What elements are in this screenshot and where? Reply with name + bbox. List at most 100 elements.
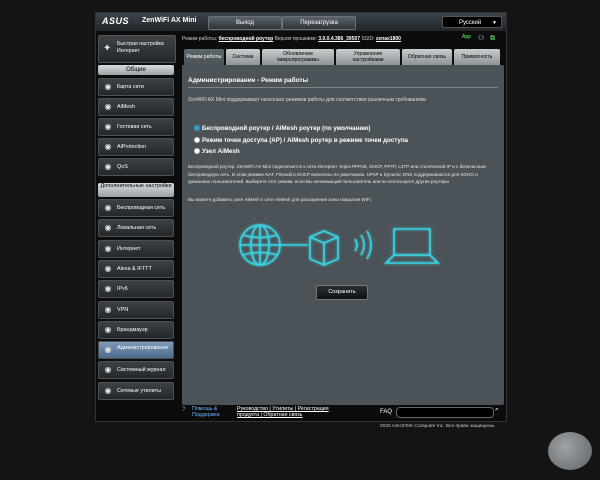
sidebar-item-label: Локальная сеть [117,225,157,232]
radio-button[interactable] [194,137,200,144]
sidebar-item-label: AiProtection [117,144,147,150]
sidebar-item-guest-network[interactable]: ◉ Гостевая сеть [98,118,174,136]
radio-button[interactable] [194,125,200,132]
user-icon[interactable]: ⚇ [478,35,485,42]
globe-icon [239,224,281,266]
ipv6-icon: ◉ [104,284,112,294]
tab-0[interactable]: Режим работы [184,49,224,65]
footer-links-text[interactable]: Руководство | Утилиты | Регистрация прод… [237,406,329,418]
firmware-label: Версия прошивки: [274,36,317,42]
sidebar-item-label: Карта сети [117,84,144,90]
system-log-icon: ◉ [104,365,112,375]
footer-links[interactable]: Руководство | Утилиты | Регистрация прод… [237,406,347,418]
mode-label: Режим работы: [182,36,218,42]
reboot-button[interactable]: Перезагрузка [282,16,356,30]
language-select[interactable]: Русский ▼ [442,16,502,28]
sidebar-item-alexa[interactable]: ◉ Alexa & IFTTT [98,259,174,278]
sidebar-item-label: Гостевая сеть [117,124,152,130]
mode-option-label: Режим точки доступа (AP) / AiMesh роутер… [202,137,409,144]
help-icon: ? [182,407,186,413]
firewall-icon: ◉ [104,324,112,334]
sidebar-item-administration[interactable]: ◉ Администрирование [98,341,174,360]
sidebar-item-label: VPN [117,306,129,313]
network-tools-icon: ◉ [104,385,112,395]
firmware-link[interactable]: 3.0.0.4.386_39507 [318,36,360,42]
sidebar-item-wireless[interactable]: ◉ Беспроводная сеть [98,199,174,217]
aimesh-note: Вы можете добавить узел AiMesh к сети Ai… [188,197,372,202]
administration-icon: ◉ [104,345,112,355]
aimesh-icon: ◉ [104,102,112,111]
usb-status-icon[interactable]: ⧉ [490,35,497,42]
qos-icon: ◉ [104,162,112,171]
sidebar-item-network-map[interactable]: ◉ Карта сети [98,78,174,96]
quick-setup-button[interactable]: ✦ Быстрая настройка Интернет [98,35,176,63]
mode-link[interactable]: беспроводной роутер [219,36,274,42]
watermark-logo [548,432,592,470]
general-section-header: Общие [98,65,174,75]
sidebar-item-label: IPv6 [117,286,128,293]
model-name: ZenWiFi AX Mini [142,17,197,24]
logout-button[interactable]: Выход [208,16,282,30]
chevron-down-icon: ▼ [492,20,497,26]
save-button[interactable]: Сохранить [316,285,368,300]
page-description: ZenWiFi AX Mini поддерживает несколько р… [188,97,426,103]
vpn-icon: ◉ [104,304,112,314]
tab-3[interactable]: Управление настройками [336,49,400,65]
sidebar-item-label: Брандмауэр [117,326,148,333]
copyright: 2020 ASUSTeK Computer Inc. Все права защ… [380,424,496,429]
sidebar-item-vpn[interactable]: ◉ VPN [98,300,174,319]
laptop-icon [384,228,440,264]
app-label[interactable]: App [462,34,471,40]
radio-button[interactable] [194,148,200,155]
help-support-link[interactable]: Помощь & Поддержка [192,406,232,418]
mode-option-label: Беспроводной роутер / AiMesh роутер (по … [202,125,371,132]
sidebar-item-qos[interactable]: ◉ QoS [98,158,174,176]
sidebar-item-label: Администрирование [117,345,169,352]
sidebar-item-ipv6[interactable]: ◉ IPv6 [98,280,174,299]
router-admin-window: ASUS ZenWiFi AX Mini Выход Перезагрузка … [95,12,507,422]
ssid-link[interactable]: zenax1800 [376,36,401,42]
language-value: Русский [459,20,482,26]
guest-network-icon: ◉ [104,122,112,131]
sidebar-item-label: Беспроводная сеть [117,205,166,211]
status-info-bar: Режим работы: беспроводной роутер Версия… [182,33,502,45]
sidebar-item-aimesh[interactable]: ◉ AiMesh [98,98,174,116]
mode-option-2[interactable]: Узел AiMesh [194,148,240,155]
sidebar-item-network-tools[interactable]: ◉ Сетевые утилиты [98,381,174,400]
internet-icon: ◉ [104,243,112,253]
advanced-section-header: Дополнительные настройки [98,183,174,197]
mode-option-0[interactable]: Беспроводной роутер / AiMesh роутер (по … [194,125,371,132]
tab-4[interactable]: Обратная связь [402,49,452,65]
faq-label: FAQ [380,409,393,415]
sidebar-item-system-log[interactable]: ◉ Системный журнал [98,361,174,380]
faq-search-input[interactable] [396,407,494,418]
top-header: ASUS ZenWiFi AX Mini Выход Перезагрузка … [96,13,506,31]
router-mode-diagram [239,224,440,266]
tab-2[interactable]: Обновление микропрограммы [262,49,334,65]
page-title: Администрирование - Режим работы [188,77,309,84]
sidebar-item-lan[interactable]: ◉ Локальная сеть [98,219,174,238]
alexa-icon: ◉ [104,263,112,273]
sidebar-item-label: QoS [117,164,128,170]
wizard-icon: ✦ [103,43,112,54]
lan-icon: ◉ [104,223,112,233]
mode-description: Беспроводной роутер. ZenWiFi AX Mini под… [188,164,486,184]
network-map-icon: ◉ [104,82,112,91]
mode-option-label: Узел AiMesh [202,148,240,155]
wifi-waves-icon [354,230,372,260]
footer: ? Помощь & Поддержка Руководство | Утили… [182,406,504,421]
router-node-icon [309,230,339,266]
sidebar-item-label: Сетевые утилиты [117,387,162,394]
sidebar-item-aiprotection[interactable]: ◉ AiProtection [98,138,174,156]
ssid-label: SSID: [361,36,375,42]
quick-setup-label: Быстрая настройка Интернет [117,41,164,54]
wireless-icon: ◉ [104,203,112,212]
sidebar-item-firewall[interactable]: ◉ Брандмауэр [98,320,174,339]
sidebar-item-internet[interactable]: ◉ Интернет [98,239,174,258]
tab-5[interactable]: Приватность [454,49,500,65]
search-icon[interactable]: ⌕ [495,406,499,413]
tab-1[interactable]: Система [226,49,260,65]
aiprotection-icon: ◉ [104,142,112,151]
mode-option-1[interactable]: Режим точки доступа (AP) / AiMesh роутер… [194,137,408,144]
title-divider [188,87,498,88]
